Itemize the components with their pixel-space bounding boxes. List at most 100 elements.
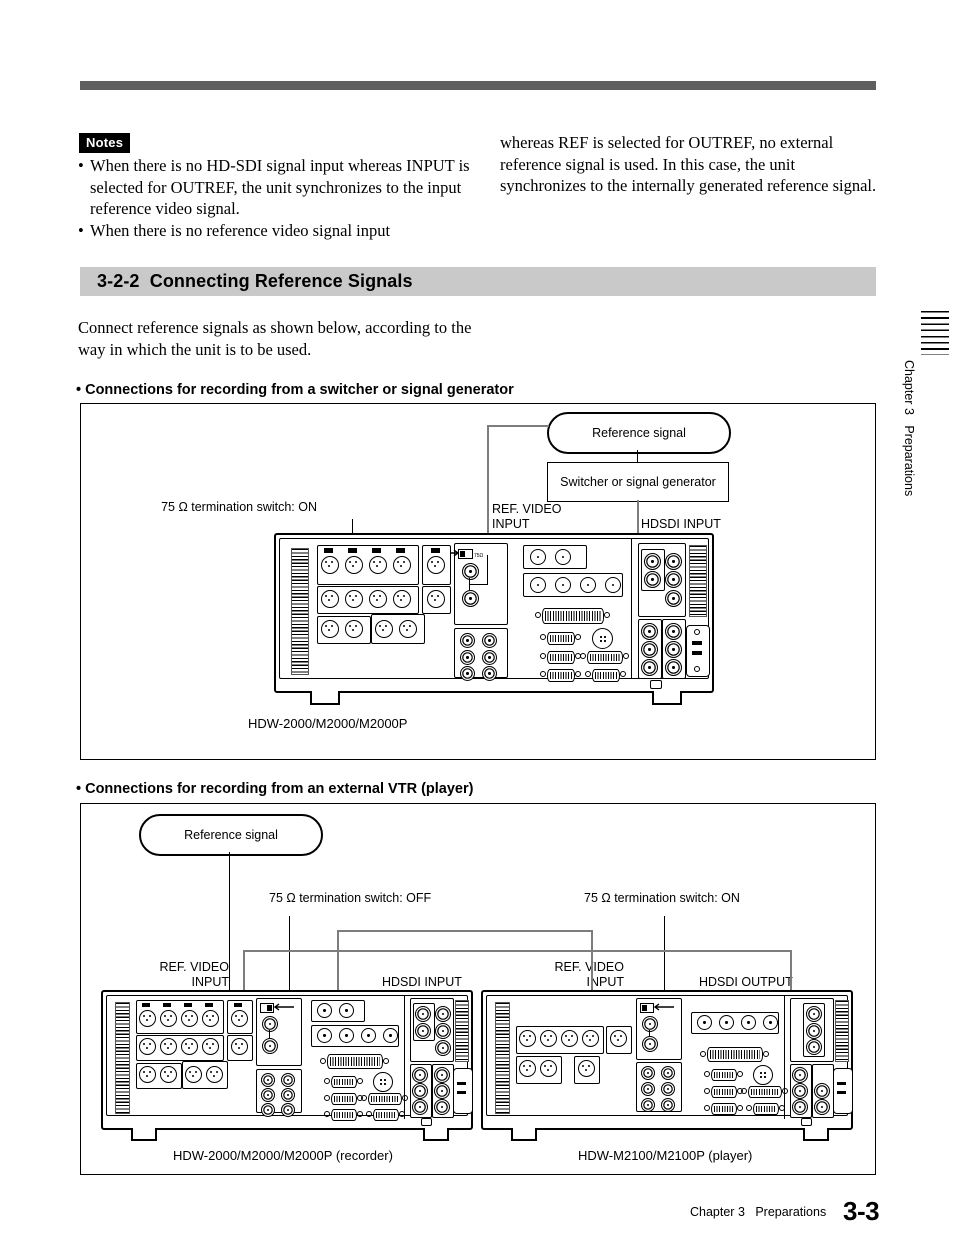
- phono-connector: [281, 1088, 295, 1102]
- bnc-connector: [763, 1015, 778, 1030]
- side-tab-label: Chapter 3 Preparations: [902, 360, 916, 497]
- diagram2-subheading: • Connections for recording from an exte…: [76, 781, 474, 797]
- hdsdi-input-bnc[interactable]: [644, 571, 661, 588]
- connector-screw: [694, 666, 700, 672]
- diagram1-vtr-rear-panel: 75Ω: [274, 533, 714, 705]
- hdsdi-output-bnc[interactable]: [806, 1039, 822, 1055]
- xlr-connector: [231, 1010, 248, 1027]
- bnc-connector: [665, 641, 682, 658]
- hdsdi-input-bnc[interactable]: [644, 553, 661, 570]
- xlr-connector: [610, 1030, 627, 1047]
- xlr-connector: [393, 556, 411, 574]
- xlr-tab: [372, 548, 381, 553]
- xlr-connector: [578, 1060, 595, 1077]
- ref-video-bnc-out[interactable]: [262, 1038, 278, 1054]
- phono-connector: [482, 650, 497, 665]
- hdsdi-output-bnc[interactable]: [806, 1006, 822, 1022]
- panel-divider: [784, 995, 786, 1119]
- bnc-connector: [719, 1015, 734, 1030]
- chassis-foot-right: [803, 1128, 829, 1141]
- diagram2-termination-off-label: 75 Ω termination switch: OFF: [269, 891, 432, 905]
- termination-switch-off[interactable]: [260, 1003, 274, 1013]
- dsub-9pin-connector: [711, 1103, 737, 1115]
- ref-video-link: [269, 1030, 271, 1038]
- termination-ohm-text: 75Ω: [474, 553, 484, 559]
- xlr-connector: [160, 1010, 177, 1027]
- phono-connector: [641, 1066, 655, 1080]
- termination-switch-on[interactable]: [458, 549, 473, 559]
- connector-screw: [324, 1078, 330, 1084]
- phono-connector: [281, 1073, 295, 1087]
- bnc-connector: [317, 1028, 332, 1043]
- bnc-connector: [665, 659, 682, 676]
- termination-switch-on[interactable]: [640, 1003, 654, 1013]
- connector-screw: [361, 1095, 367, 1101]
- xlr-connector: [139, 1038, 156, 1055]
- vent-right: [835, 1000, 849, 1062]
- diagram2-cable-ref-h: [337, 930, 593, 933]
- diagram1-termination-label: 75 Ω termination switch: ON: [161, 500, 317, 514]
- notes-continuation: whereas REF is selected for OUTREF, no e…: [500, 133, 877, 195]
- xlr-tab: [205, 1003, 213, 1007]
- bnc-connector: [434, 1067, 450, 1083]
- xlr-connector: [321, 620, 339, 638]
- ref-video-bnc-out[interactable]: [642, 1036, 658, 1052]
- xlr-connector: [160, 1066, 177, 1083]
- connector-screw: [366, 1111, 372, 1117]
- manual-page: Notes When there is no HD-SDI signal inp…: [0, 0, 954, 1244]
- connector-screw: [737, 1071, 743, 1077]
- termination-switch-arrow-icon: [450, 549, 460, 557]
- side-tab-lines: [921, 311, 949, 355]
- xlr-connector: [427, 556, 445, 574]
- connector-screw: [704, 1071, 710, 1077]
- connector-screw: [320, 1058, 326, 1064]
- pill-label: Reference signal: [592, 426, 686, 440]
- bnc-connector: [665, 571, 682, 588]
- diagram1-cable-ref-h: [487, 425, 549, 428]
- bnc-connector: [434, 1083, 450, 1099]
- chassis-foot-right: [652, 691, 682, 705]
- dsub-15pin-connector: [748, 1086, 782, 1098]
- hdsdi-input-bnc[interactable]: [415, 1023, 431, 1039]
- connector-screw: [741, 1088, 747, 1094]
- ref-video-link-h: [469, 584, 488, 586]
- hdsdi-output-bnc[interactable]: [806, 1023, 822, 1039]
- hdsdi-input-bnc[interactable]: [415, 1006, 431, 1022]
- parallel-remote-connector: [542, 608, 604, 624]
- ac-pin: [837, 1082, 846, 1085]
- dsub-15pin-connector: [587, 651, 623, 664]
- xlr-connector: [345, 556, 363, 574]
- vent-right: [689, 545, 707, 617]
- bnc-connector: [361, 1028, 376, 1043]
- bnc-connector: [412, 1099, 428, 1115]
- phono-connector: [261, 1088, 275, 1102]
- ref-video-bnc-out: [462, 590, 479, 607]
- chassis-foot-left: [131, 1128, 157, 1141]
- xlr-tab: [396, 548, 405, 553]
- dsub-9pin-connector: [547, 632, 575, 645]
- diagram1-subheading: • Connections for recording from a switc…: [76, 382, 514, 398]
- bnc-connector: [741, 1015, 756, 1030]
- xlr-connector: [369, 556, 387, 574]
- xlr-tab: [431, 548, 440, 553]
- section-heading-text: 3-2-2 Connecting Reference Signals: [97, 271, 413, 291]
- phono-connector: [460, 666, 475, 681]
- connector-screw: [324, 1111, 330, 1117]
- diagram2-termination-on-label: 75 Ω termination switch: ON: [584, 891, 740, 905]
- bnc-connector: [412, 1067, 428, 1083]
- connector-screw: [604, 612, 610, 618]
- diagram2-player-caption: HDW-M2100/M2100P (player): [578, 1148, 753, 1163]
- notes-left-column: When there is no HD-SDI signal input whe…: [78, 155, 473, 241]
- vent-left: [291, 548, 309, 675]
- phono-connector: [460, 650, 475, 665]
- din-connector: [753, 1065, 773, 1085]
- phono-connector: [261, 1103, 275, 1117]
- vent-right: [455, 1000, 469, 1062]
- box-label: Switcher or signal generator: [560, 475, 716, 489]
- diagram1-reference-signal-pill: Reference signal: [547, 412, 731, 454]
- connector-screw: [704, 1088, 710, 1094]
- diagram2-hdsdi-input-label: HDSDI INPUT: [382, 975, 462, 989]
- bnc-connector: [792, 1099, 808, 1115]
- diagram2-cable-hdsdi-h: [243, 950, 792, 953]
- xlr-connector: [582, 1030, 599, 1047]
